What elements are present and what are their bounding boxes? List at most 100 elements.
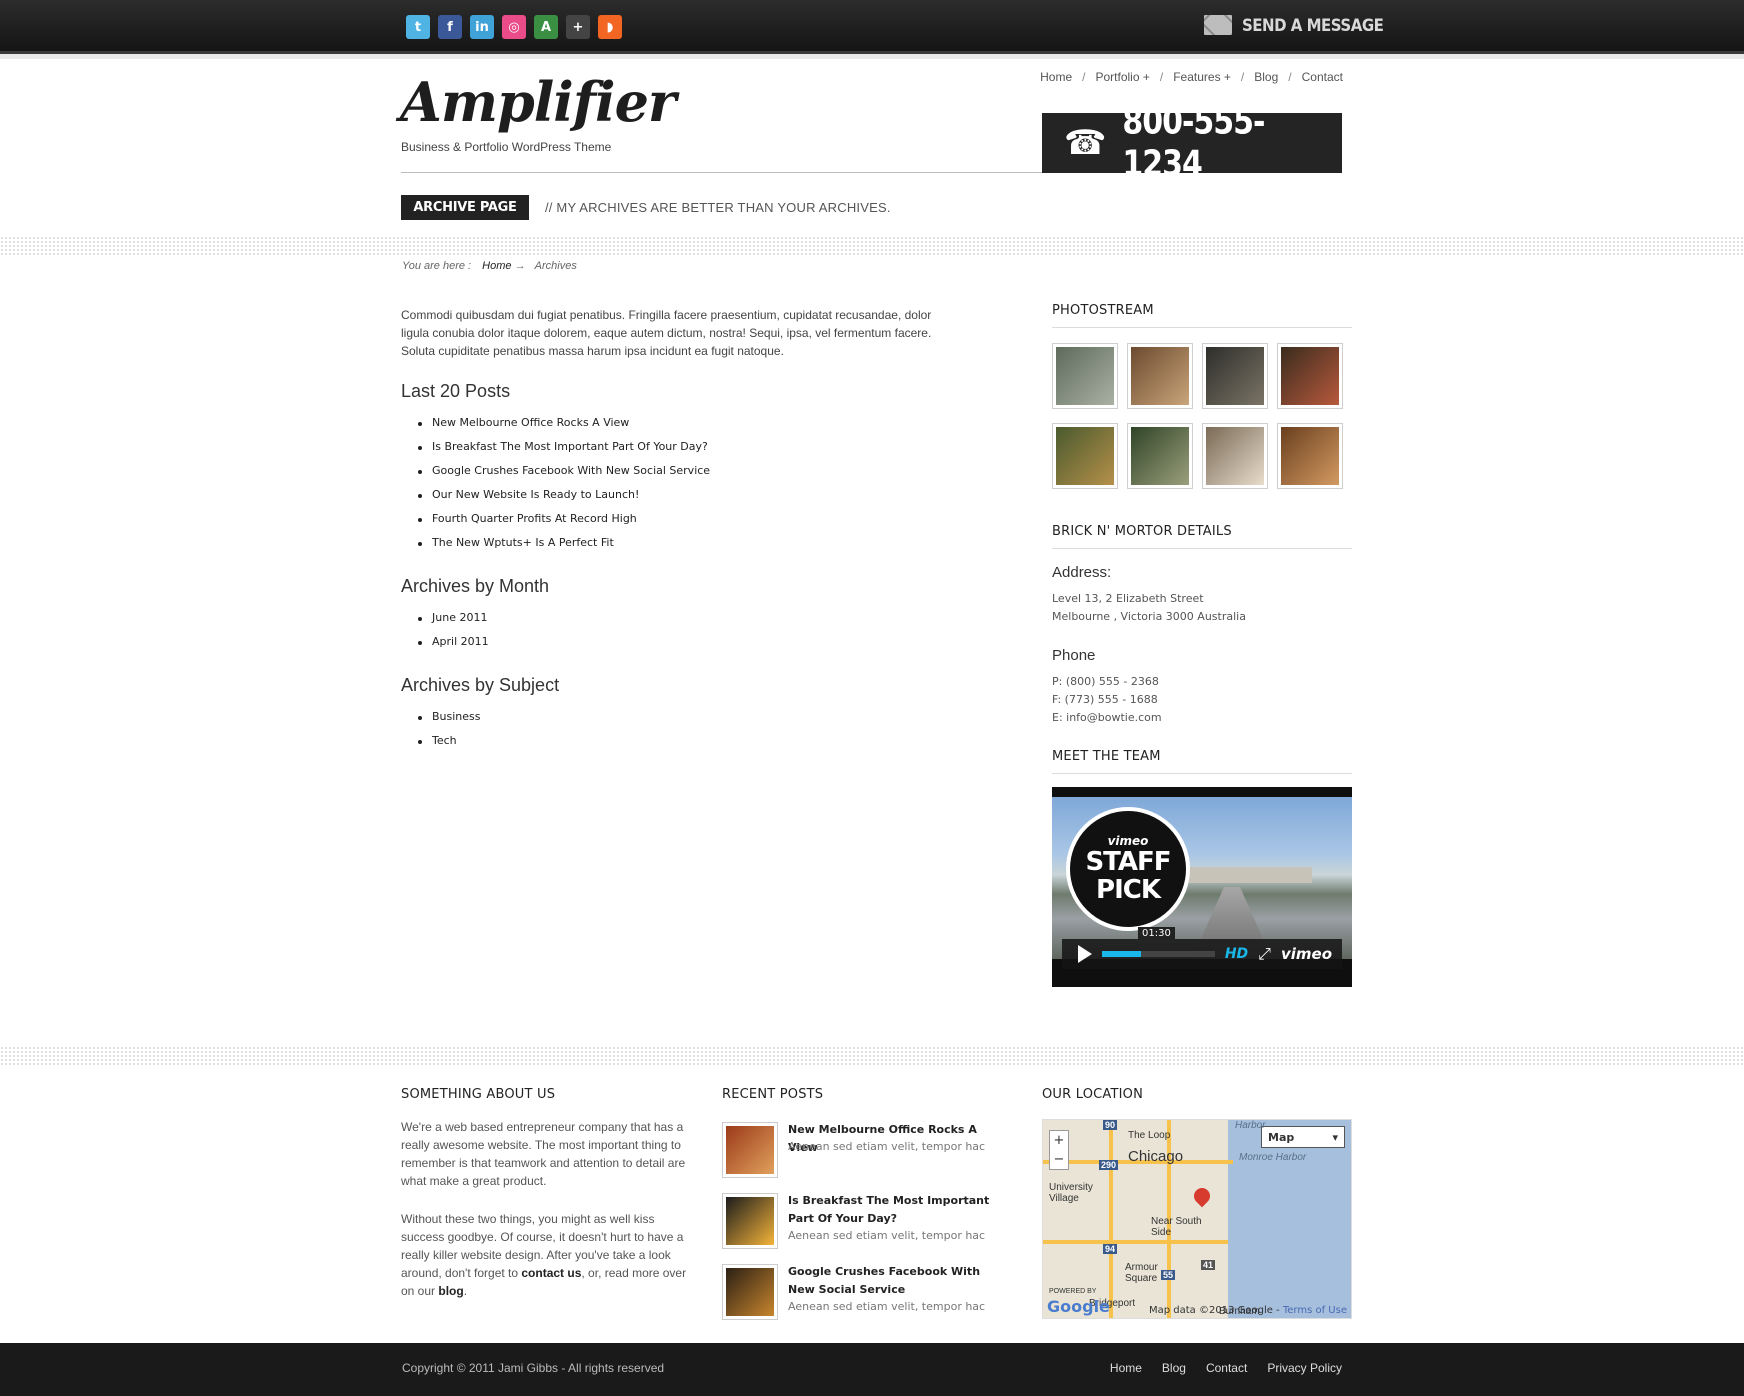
map-label: Harbor — [1235, 1120, 1266, 1131]
list-item[interactable]: Business — [418, 705, 481, 729]
hd-toggle[interactable]: HD — [1225, 946, 1248, 962]
delicious-icon[interactable]: + — [566, 15, 590, 39]
footer-nav-home[interactable]: Home — [1110, 1361, 1142, 1375]
about-paragraph: Without these two things, you might as w… — [401, 1210, 701, 1300]
linkedin-icon[interactable]: in — [470, 15, 494, 39]
photo-thumbnail[interactable] — [1277, 343, 1343, 409]
breadcrumb: You are here : Home → Archives — [402, 260, 577, 272]
map-road-shield: 94 — [1103, 1244, 1118, 1254]
video-time: 01:30 — [1138, 927, 1175, 940]
photostream-title: PHOTOSTREAM — [1052, 303, 1154, 318]
map-data-text: Map data ©2013 Google - — [1149, 1305, 1280, 1316]
chevron-down-icon: ▾ — [1332, 1130, 1338, 1144]
phone-line: P: (800) 555 - 2368 — [1052, 675, 1159, 688]
photo-thumbnail[interactable] — [1127, 343, 1193, 409]
nav-portfolio[interactable]: Portfolio + — [1096, 70, 1150, 84]
list-item[interactable]: Is Breakfast The Most Important Part Of … — [417, 435, 710, 459]
archive-badge: ARCHIVE PAGE — [401, 195, 529, 220]
video-progress-fill — [1102, 951, 1142, 957]
play-icon[interactable] — [1078, 945, 1092, 963]
badge-vimeo-text: vimeo — [1107, 834, 1149, 848]
badge-pick-text: PICK — [1096, 875, 1161, 905]
list-item[interactable]: Fourth Quarter Profits At Record High — [417, 507, 710, 531]
rss-icon[interactable]: ◗ — [598, 15, 622, 39]
send-message-label: SEND A MESSAGE — [1242, 14, 1384, 36]
nav-separator: / — [1159, 70, 1164, 84]
recent-post-excerpt: Aenean sed etiam velit, tempor hac — [788, 1229, 986, 1242]
photo-thumbnail[interactable] — [1127, 423, 1193, 489]
archives-subject-heading: Archives by Subject — [401, 675, 560, 695]
map-attribution: Map data ©2013 Google - Terms of Use — [1149, 1305, 1347, 1316]
map-pin-icon[interactable] — [1190, 1184, 1214, 1208]
photo-thumbnail[interactable] — [1277, 423, 1343, 489]
details-title: BRICK N' MORTOR DETAILS — [1052, 524, 1232, 539]
facebook-icon[interactable]: f — [438, 15, 462, 39]
about-text: . — [463, 1284, 468, 1298]
twitter-icon[interactable]: t — [406, 15, 430, 39]
nav-separator: / — [1288, 70, 1292, 84]
phone-label: Phone — [1052, 647, 1096, 664]
dotted-divider — [0, 236, 1744, 256]
envelope-icon — [1204, 15, 1232, 35]
about-title: SOMETHING ABOUT US — [401, 1087, 556, 1102]
list-item[interactable]: April 2011 — [418, 630, 489, 654]
header-divider — [401, 172, 1042, 173]
post-thumbnail[interactable] — [722, 1193, 778, 1249]
list-item[interactable]: The New Wptuts+ Is A Perfect Fit — [417, 531, 710, 555]
fullscreen-icon[interactable]: ⤢ — [1258, 944, 1271, 964]
footer-nav-privacy[interactable]: Privacy Policy — [1267, 1361, 1342, 1375]
photostream-grid — [1052, 343, 1343, 489]
map-label: Monroe Harbor — [1239, 1152, 1307, 1163]
map-label: Chicago — [1128, 1148, 1184, 1165]
map-type-select[interactable]: Map ▾ — [1261, 1126, 1345, 1148]
phone-box: ☎ 800-555-1234 — [1042, 101, 1342, 185]
post-thumbnail[interactable] — [722, 1122, 778, 1178]
video-progress-bar[interactable] — [1102, 951, 1215, 957]
intro-text: Commodi quibusdam dui fugiat penatibus. … — [401, 308, 932, 358]
widget-divider — [1052, 327, 1352, 328]
archives-subject-list: Business Tech — [418, 705, 481, 753]
email-line[interactable]: E: info@bowtie.com — [1052, 709, 1162, 727]
nav-blog[interactable]: Blog — [1254, 70, 1278, 84]
phone-number: 800-555-1234 — [1122, 101, 1265, 185]
breadcrumb-home[interactable]: Home — [482, 260, 511, 272]
map-road — [1043, 1240, 1228, 1244]
post-thumbnail[interactable] — [722, 1264, 778, 1320]
google-logo[interactable]: Google — [1047, 1297, 1110, 1316]
photo-thumbnail[interactable] — [1202, 343, 1268, 409]
main-nav: Home / Portfolio + / Features + / Blog / Con… — [1040, 70, 1343, 84]
list-item[interactable]: New Melbourne Office Rocks A View — [417, 411, 710, 435]
footer-nav-contact[interactable]: Contact — [1206, 1361, 1247, 1375]
footer-nav: Home Blog Contact Privacy Policy — [1110, 1361, 1342, 1375]
terms-of-use-link[interactable]: Terms of Use — [1283, 1305, 1347, 1316]
telephone-icon: ☎ — [1064, 123, 1107, 163]
list-item[interactable]: Google Crushes Facebook With New Social … — [417, 459, 710, 483]
list-item[interactable]: Tech — [418, 729, 481, 753]
contact-us-link[interactable]: contact us — [521, 1266, 581, 1280]
list-item[interactable]: Our New Website Is Ready to Launch! — [417, 483, 710, 507]
blog-link[interactable]: blog — [438, 1284, 463, 1298]
nav-home[interactable]: Home — [1040, 70, 1072, 84]
recent-post-title[interactable]: Is Breakfast The Most Important Part Of … — [788, 1192, 1008, 1228]
location-map[interactable]: + − Map ▾ The Loop Chicago Monroe Harbor H… — [1042, 1119, 1352, 1319]
map-zoom-control[interactable]: + − — [1049, 1130, 1069, 1170]
vimeo-logo[interactable]: vimeo — [1281, 945, 1332, 963]
photo-thumbnail[interactable] — [1052, 423, 1118, 489]
video-player[interactable]: vimeo STAFF PICK 01:30 HD ⤢ vimeo — [1052, 787, 1352, 987]
recent-post-title[interactable]: Google Crushes Facebook With New Social … — [788, 1263, 1008, 1299]
site-logo[interactable]: Amplifier — [400, 70, 676, 134]
about-paragraph: We're a web based entrepreneur company t… — [401, 1120, 686, 1188]
map-label: The Loop — [1128, 1130, 1171, 1141]
video-scene-bridge — [1172, 867, 1312, 883]
send-message-link[interactable]: SEND A MESSAGE — [1204, 14, 1384, 36]
footer-nav-blog[interactable]: Blog — [1162, 1361, 1186, 1375]
nav-contact[interactable]: Contact — [1302, 70, 1343, 84]
photo-thumbnail[interactable] — [1202, 423, 1268, 489]
forrst-icon[interactable]: A — [534, 15, 558, 39]
nav-features[interactable]: Features + — [1173, 70, 1231, 84]
list-item[interactable]: June 2011 — [418, 606, 489, 630]
photo-thumbnail[interactable] — [1052, 343, 1118, 409]
dribbble-icon[interactable]: ◎ — [502, 15, 526, 39]
video-controls: 01:30 HD ⤢ vimeo — [1062, 927, 1342, 969]
fax-line: F: (773) 555 - 1688 — [1052, 693, 1158, 706]
